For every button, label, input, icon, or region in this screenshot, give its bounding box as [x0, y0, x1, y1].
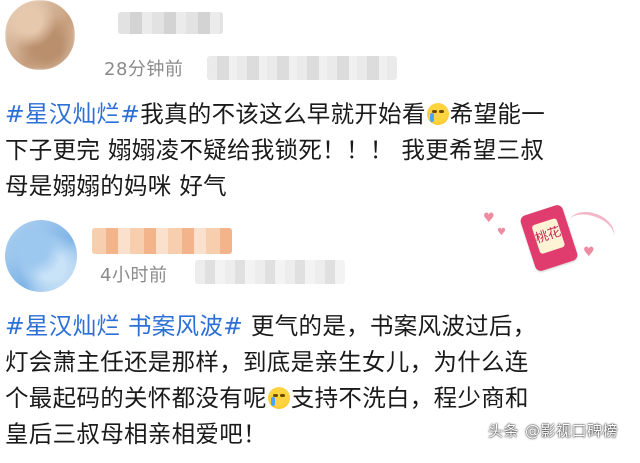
avatar[interactable] — [5, 220, 77, 292]
comment-1: 28分钟前 #星汉灿烂#我真的不该这么早就开始看 希望能一下子更完 嫋嫋凌不疑给我… — [0, 0, 640, 205]
watermark-account: @影视口碑榜 — [524, 422, 618, 440]
hashtag-link[interactable]: #星汉灿烂 书案风波# — [5, 312, 243, 340]
comment-text: 母是嫋嫋的妈咪 好气 — [5, 172, 227, 200]
peach-blossom-sticker-icon: ♥ ♥ ♥ 桃花 — [475, 203, 635, 277]
toutiao-logo: 头条 — [487, 422, 519, 440]
crying-face-icon — [267, 387, 290, 409]
meta-blurred — [195, 260, 345, 284]
comment-time: 28分钟前 — [104, 59, 184, 80]
comment-body: #星汉灿烂#我真的不该这么早就开始看 希望能一下子更完 嫋嫋凌不疑给我锁死！！！ … — [5, 96, 635, 204]
comment-text: 灯会萧主任还是那样，到底是亲生女儿，为什么连 — [5, 348, 529, 376]
avatar[interactable] — [5, 0, 75, 70]
comment-text: 皇后三叔母相亲相爱吧！ — [5, 420, 267, 448]
comment-text: 个最起码的关怀都没有呢 — [5, 384, 267, 412]
comment-line: 母是嫋嫋的妈咪 好气 — [5, 168, 635, 204]
comment-text: 下子更完 嫋嫋凌不疑给我锁死！！！ 我更希望三叔 — [5, 136, 545, 164]
comment-line: 个最起码的关怀都没有呢 支持不洗白，程少商和 — [5, 380, 635, 416]
comment-line: #星汉灿烂#我真的不该这么早就开始看 希望能一 — [5, 96, 635, 132]
comment-line: 灯会萧主任还是那样，到底是亲生女儿，为什么连 — [5, 344, 635, 380]
comment-time: 4小时前 — [100, 265, 168, 286]
watermark: 头条 @影视口碑榜 — [488, 420, 618, 441]
comment-text: 支持不洗白，程少商和 — [290, 384, 529, 412]
username-blurred[interactable] — [118, 12, 223, 34]
sticker-label: 桃花 — [531, 217, 566, 255]
crying-face-icon — [426, 103, 449, 125]
username-blurred[interactable] — [92, 228, 232, 254]
comment-text: 希望能一 — [449, 100, 545, 128]
comment-line: #星汉灿烂 书案风波# 更气的是，书案风波过后， — [5, 308, 635, 344]
hashtag-link[interactable]: #星汉灿烂# — [5, 100, 140, 128]
comment-text: 我真的不该这么早就开始看 — [140, 100, 426, 128]
comment-line: 下子更完 嫋嫋凌不疑给我锁死！！！ 我更希望三叔 — [5, 132, 635, 168]
comment-text: 更气的是，书案风波过后， — [243, 312, 537, 340]
meta-blurred — [207, 56, 397, 80]
